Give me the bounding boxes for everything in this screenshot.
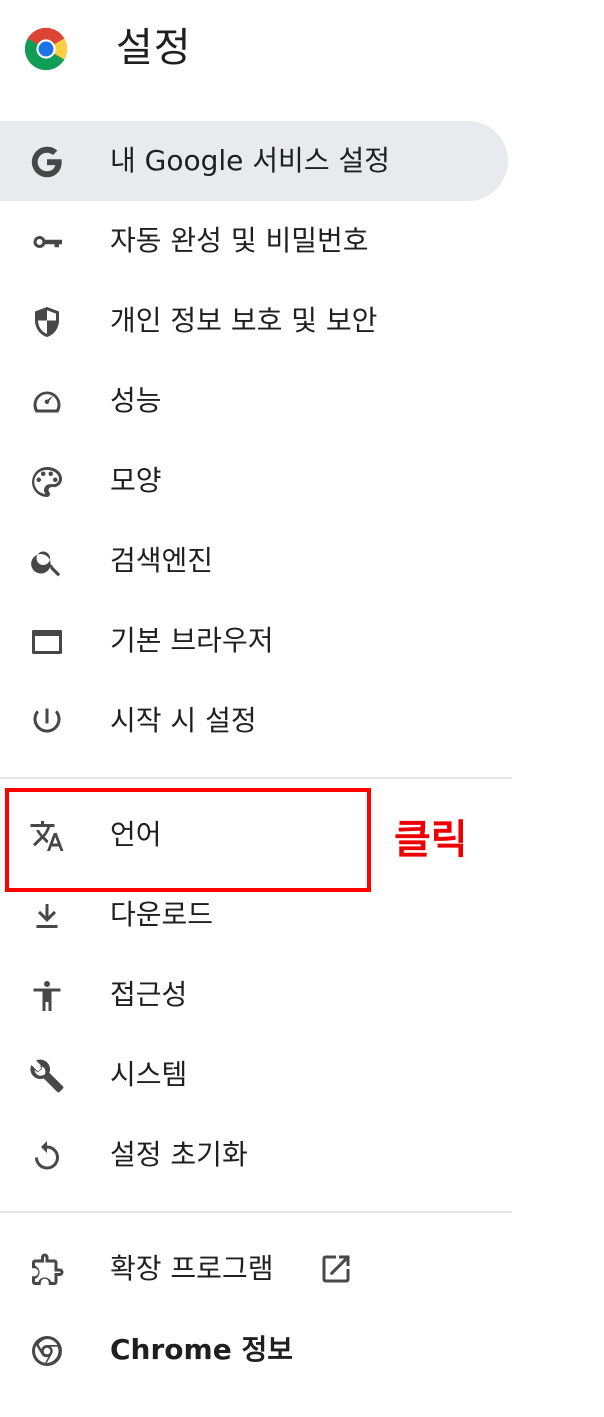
click-annotation: 클릭 (394, 817, 468, 863)
sidebar-item-label: 접근성 (110, 978, 188, 1011)
sidebar-item-label: 자동 완성 및 비밀번호 (110, 224, 369, 257)
download-icon (28, 897, 66, 935)
sidebar-item-privacy[interactable]: 개인 정보 보호 및 보안 (0, 281, 508, 361)
chrome-icon (28, 1332, 66, 1370)
reset-icon (28, 1137, 66, 1175)
click-highlight-box (5, 788, 371, 892)
page-title: 설정 (116, 25, 192, 71)
sidebar-item-on-startup[interactable]: 시작 시 설정 (0, 681, 508, 761)
browser-window-icon (28, 623, 66, 661)
sidebar-item-google-services[interactable]: 내 Google 서비스 설정 (0, 121, 508, 201)
extension-icon (28, 1251, 66, 1289)
sidebar-item-about-chrome[interactable]: Chrome 정보 (0, 1310, 508, 1390)
settings-header: 설정 (0, 0, 604, 100)
sidebar-item-performance[interactable]: 성능 (0, 361, 508, 441)
sidebar-item-label: 확장 프로그램 (110, 1252, 274, 1285)
sidebar-item-system[interactable]: 시스템 (0, 1035, 508, 1115)
search-icon (28, 543, 66, 581)
sidebar-item-label: 성능 (110, 384, 162, 417)
sidebar-item-label: Chrome 정보 (110, 1333, 293, 1366)
sidebar-item-label: 시작 시 설정 (110, 704, 257, 737)
sidebar-item-appearance[interactable]: 모양 (0, 441, 508, 521)
sidebar-item-label: 내 Google 서비스 설정 (110, 144, 391, 177)
key-icon (28, 223, 66, 261)
sidebar-item-extensions[interactable]: 확장 프로그램 (0, 1229, 508, 1309)
shield-icon (28, 303, 66, 341)
sidebar-divider (0, 1211, 512, 1213)
sidebar-item-label: 검색엔진 (110, 544, 214, 577)
sidebar-item-accessibility[interactable]: 접근성 (0, 955, 508, 1035)
palette-icon (28, 463, 66, 501)
sidebar-item-label: 설정 초기화 (110, 1138, 248, 1171)
sidebar-item-label: 기본 브라우저 (110, 624, 274, 657)
sidebar-item-label: 모양 (110, 464, 162, 497)
sidebar-item-default-browser[interactable]: 기본 브라우저 (0, 601, 508, 681)
chrome-logo-icon (24, 27, 68, 71)
open-in-new-icon (318, 1251, 354, 1287)
sidebar-divider (0, 777, 512, 779)
accessibility-icon (28, 977, 66, 1015)
google-g-icon (28, 143, 66, 181)
sidebar-item-reset[interactable]: 설정 초기화 (0, 1115, 508, 1195)
sidebar-item-autofill[interactable]: 자동 완성 및 비밀번호 (0, 201, 508, 281)
sidebar-item-label: 개인 정보 보호 및 보안 (110, 304, 378, 337)
sidebar-item-label: 시스템 (110, 1058, 188, 1091)
sidebar-item-search-engine[interactable]: 검색엔진 (0, 521, 508, 601)
wrench-icon (28, 1057, 66, 1095)
speedometer-icon (28, 383, 66, 421)
power-icon (28, 703, 66, 741)
